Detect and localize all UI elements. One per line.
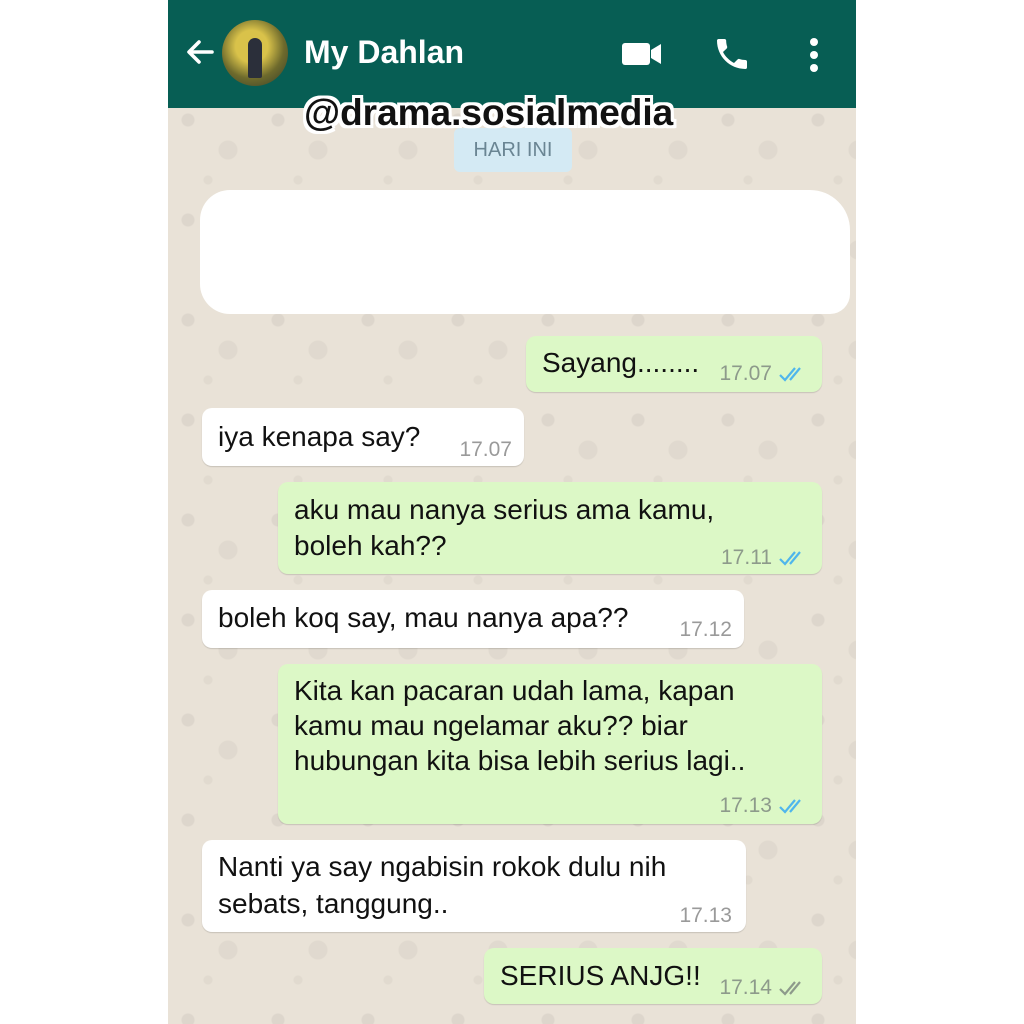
message-time: 17.13 <box>719 794 772 817</box>
delivered-receipt-icon <box>779 980 801 996</box>
message-meta: 17.14 <box>719 970 808 1005</box>
message-bubble-outgoing[interactable]: aku mau nanya serius ama kamu, boleh kah… <box>278 482 822 574</box>
avatar[interactable] <box>222 20 288 86</box>
redacted-region <box>200 190 850 314</box>
watermark-text: @drama.sosialmedia <box>304 92 674 133</box>
message-bubble-incoming[interactable]: iya kenapa say? 17.07 <box>202 408 524 466</box>
message-time: 17.13 <box>679 904 732 927</box>
date-chip: HARI INI <box>454 128 572 172</box>
message-bubble-outgoing[interactable]: Sayang........ 17.07 <box>526 336 822 392</box>
message-text: SERIUS ANJG!! <box>500 960 701 991</box>
voice-call-icon[interactable] <box>712 34 752 74</box>
message-text: aku mau nanya serius ama kamu, <box>294 494 715 525</box>
message-time: 17.12 <box>679 618 732 641</box>
message-time: 17.11 <box>721 546 772 569</box>
message-meta: 17.13 <box>679 898 732 933</box>
message-bubble-incoming[interactable]: boleh koq say, mau nanya apa?? 17.12 <box>202 590 744 648</box>
chat-screen: My Dahlan HARI INI Sayang........ 17.07 <box>168 0 856 1024</box>
message-bubble-incoming[interactable]: Nanti ya say ngabisin rokok dulu nih seb… <box>202 840 746 932</box>
message-time: 17.14 <box>719 976 772 999</box>
message-bubble-outgoing[interactable]: SERIUS ANJG!! 17.14 <box>484 948 822 1004</box>
message-text: boleh koq say, mau nanya apa?? <box>218 602 629 633</box>
message-text: hubungan kita bisa lebih serius lagi.. <box>294 745 746 776</box>
message-meta: 17.07 <box>719 356 808 391</box>
read-receipt-icon <box>779 366 801 382</box>
message-meta: 17.13 <box>719 788 808 823</box>
message-time: 17.07 <box>459 438 512 461</box>
message-meta: 17.11 <box>721 540 808 575</box>
video-call-icon[interactable] <box>620 36 664 72</box>
message-meta: 17.12 <box>679 612 732 647</box>
read-receipt-icon <box>779 550 801 566</box>
message-meta: 17.07 <box>459 432 512 467</box>
message-text: Sayang........ <box>542 347 700 378</box>
message-time: 17.07 <box>719 362 772 385</box>
message-text: Nanti ya say ngabisin rokok dulu nih <box>218 851 667 882</box>
message-bubble-outgoing[interactable]: Kita kan pacaran udah lama, kapan kamu m… <box>278 664 822 824</box>
message-text: Kita kan pacaran udah lama, kapan <box>294 675 735 706</box>
message-text: iya kenapa say? <box>218 421 421 452</box>
message-text: sebats, tanggung.. <box>218 888 449 919</box>
read-receipt-icon <box>779 798 801 814</box>
message-text: boleh kah?? <box>294 530 447 561</box>
back-arrow-icon[interactable] <box>182 34 218 70</box>
message-text: kamu mau ngelamar aku?? biar <box>294 710 688 741</box>
more-vert-icon[interactable] <box>800 36 828 74</box>
contact-name[interactable]: My Dahlan <box>304 34 464 71</box>
